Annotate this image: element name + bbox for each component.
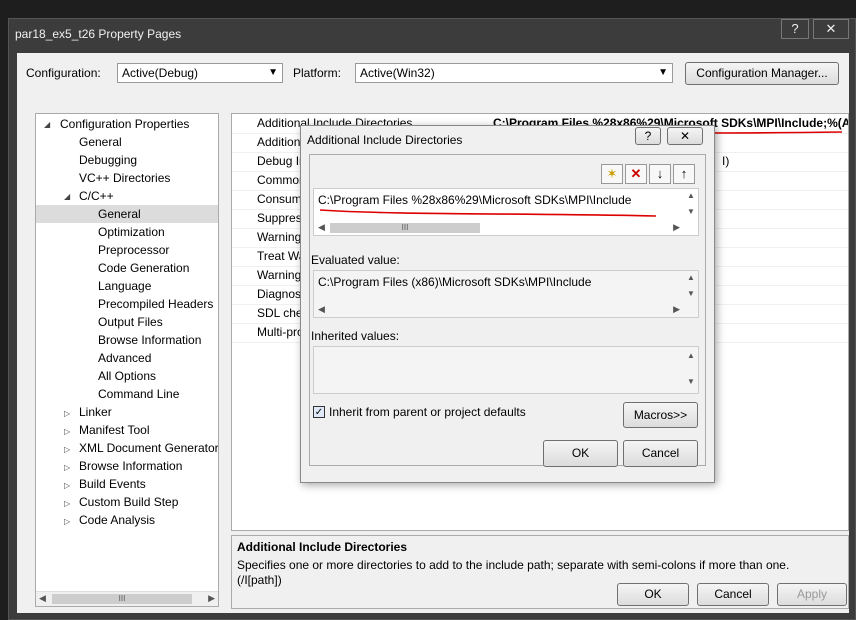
collapsed-arrow-icon[interactable]: ▷ — [64, 445, 70, 454]
new-line-button[interactable]: ✶ — [601, 164, 623, 184]
configuration-label: Configuration: — [26, 66, 101, 80]
description-title: Additional Include Directories — [237, 540, 408, 554]
evaluated-horizontal-scrollbar[interactable]: ◀ ▶ — [314, 303, 684, 317]
title-bar: par18_ex5_t26 Property Pages ? ✕ — [9, 19, 855, 49]
configuration-value: Active(Debug) — [122, 66, 199, 80]
move-up-button[interactable]: ↑ — [673, 164, 695, 184]
dialog-title: Additional Include Directories — [307, 133, 463, 147]
dialog-ok-button[interactable]: OK — [543, 440, 618, 467]
tree-item-preprocessor[interactable]: Preprocessor — [98, 241, 169, 259]
scroll-right-icon[interactable]: ▶ — [673, 222, 680, 233]
tree-item-linker[interactable]: Linker — [79, 403, 112, 421]
scroll-up-icon[interactable]: ▲ — [684, 273, 698, 282]
scroll-right-icon[interactable]: ▶ — [208, 593, 215, 604]
scroll-up-icon[interactable]: ▲ — [684, 351, 698, 360]
tree-item-vc-directories[interactable]: VC++ Directories — [79, 169, 170, 187]
collapsed-arrow-icon[interactable]: ▷ — [64, 481, 70, 490]
tree-item-manifest-tool[interactable]: Manifest Tool — [79, 421, 149, 439]
tree-item-code-analysis[interactable]: Code Analysis — [79, 511, 155, 529]
tree-item-custom-build-step[interactable]: Custom Build Step — [79, 493, 178, 511]
scroll-left-icon[interactable]: ◀ — [318, 304, 325, 315]
collapsed-arrow-icon[interactable]: ▷ — [64, 409, 70, 418]
configuration-manager-button[interactable]: Configuration Manager... — [685, 62, 839, 85]
scroll-up-icon[interactable]: ▲ — [684, 191, 698, 200]
window-title: par18_ex5_t26 Property Pages — [15, 27, 182, 41]
tree-item-cpp[interactable]: C/C++ — [79, 187, 114, 205]
description-switch: (/I[path]) — [237, 573, 282, 587]
property-value[interactable]: I) — [722, 152, 729, 171]
configuration-combo[interactable]: Active(Debug) ▼ — [117, 63, 283, 83]
red-underline-annotation — [319, 209, 657, 217]
platform-value: Active(Win32) — [360, 66, 435, 80]
directory-entry[interactable]: C:\Program Files %28x86%29\Microsoft SDK… — [318, 193, 631, 207]
tree-item-output-files[interactable]: Output Files — [98, 313, 163, 331]
move-down-button[interactable]: ↓ — [649, 164, 671, 184]
tree-item-command-line[interactable]: Command Line — [98, 385, 179, 403]
additional-include-directories-dialog: Additional Include Directories ? ✕ ✶ ✕ ↓… — [300, 125, 715, 483]
tree-item-optimization[interactable]: Optimization — [98, 223, 165, 241]
tree-item-build-events[interactable]: Build Events — [79, 475, 146, 493]
scroll-left-icon[interactable]: ◀ — [318, 222, 325, 233]
close-button[interactable]: ✕ — [813, 19, 849, 39]
scroll-down-icon[interactable]: ▼ — [684, 207, 698, 216]
tree-item-label: General — [98, 207, 141, 221]
description-text: Specifies one or more directories to add… — [237, 558, 790, 572]
cancel-button[interactable]: Cancel — [697, 583, 769, 606]
tree-item-cpp-general-selected[interactable]: General — [36, 205, 218, 223]
help-button[interactable]: ? — [781, 19, 809, 39]
scroll-down-icon[interactable]: ▼ — [684, 377, 698, 386]
platform-combo[interactable]: Active(Win32) ▼ — [355, 63, 673, 83]
inherit-checkbox[interactable]: ✓ — [313, 406, 325, 418]
chevron-down-icon: ▼ — [658, 67, 668, 78]
tree-item-debugging[interactable]: Debugging — [79, 151, 137, 169]
inherit-checkbox-label[interactable]: Inherit from parent or project defaults — [329, 405, 526, 419]
macros-button[interactable]: Macros>> — [623, 402, 698, 428]
delete-line-button[interactable]: ✕ — [625, 164, 647, 184]
property-name: Common — [257, 173, 306, 187]
scroll-left-icon[interactable]: ◀ — [39, 593, 46, 604]
property-name: Multi-pro — [257, 325, 304, 339]
chevron-down-icon: ▼ — [268, 67, 278, 78]
apply-button[interactable]: Apply — [777, 583, 847, 606]
dialog-close-button[interactable]: ✕ — [667, 127, 703, 145]
inherited-values-label: Inherited values: — [311, 329, 400, 343]
tree-item-all-options[interactable]: All Options — [98, 367, 156, 385]
list-horizontal-scrollbar[interactable]: ◀ III ▶ — [314, 221, 684, 235]
collapsed-arrow-icon[interactable]: ▷ — [64, 517, 70, 526]
tree-item-browse-information[interactable]: Browse Information — [98, 331, 201, 349]
dialog-help-button[interactable]: ? — [635, 127, 661, 145]
category-tree: ◢ Configuration Properties General Debug… — [35, 113, 219, 607]
scroll-thumb[interactable]: III — [330, 223, 480, 233]
collapsed-arrow-icon[interactable]: ▷ — [64, 499, 70, 508]
evaluated-value-box: C:\Program Files (x86)\Microsoft SDKs\MP… — [313, 270, 699, 318]
tree-horizontal-scrollbar[interactable]: ◀ III ▶ — [36, 591, 218, 606]
expanded-arrow-icon[interactable]: ◢ — [64, 192, 70, 201]
tree-item-precompiled-headers[interactable]: Precompiled Headers — [98, 295, 213, 313]
expanded-arrow-icon[interactable]: ◢ — [44, 120, 50, 129]
evaluated-value-label: Evaluated value: — [311, 253, 400, 267]
scroll-thumb[interactable]: III — [52, 594, 192, 604]
tree-item-language[interactable]: Language — [98, 277, 151, 295]
scroll-right-icon[interactable]: ▶ — [673, 304, 680, 315]
collapsed-arrow-icon[interactable]: ▷ — [64, 463, 70, 472]
ok-button[interactable]: OK — [617, 583, 689, 606]
tree-item-advanced[interactable]: Advanced — [98, 349, 151, 367]
directories-list[interactable]: C:\Program Files %28x86%29\Microsoft SDK… — [313, 188, 699, 236]
platform-label: Platform: — [293, 66, 342, 80]
inherited-values-box: ▲ ▼ — [313, 346, 699, 394]
collapsed-arrow-icon[interactable]: ▷ — [64, 427, 70, 436]
tree-item-configuration-properties[interactable]: Configuration Properties — [60, 115, 189, 133]
scroll-down-icon[interactable]: ▼ — [684, 289, 698, 298]
tree-item-general[interactable]: General — [79, 133, 122, 151]
dialog-cancel-button[interactable]: Cancel — [623, 440, 698, 467]
evaluated-value-text: C:\Program Files (x86)\Microsoft SDKs\MP… — [318, 275, 592, 289]
tree-item-browse-information-top[interactable]: Browse Information — [79, 457, 182, 475]
tree-item-xml-document-generator[interactable]: XML Document Generator — [79, 439, 218, 457]
tree-item-code-generation[interactable]: Code Generation — [98, 259, 189, 277]
